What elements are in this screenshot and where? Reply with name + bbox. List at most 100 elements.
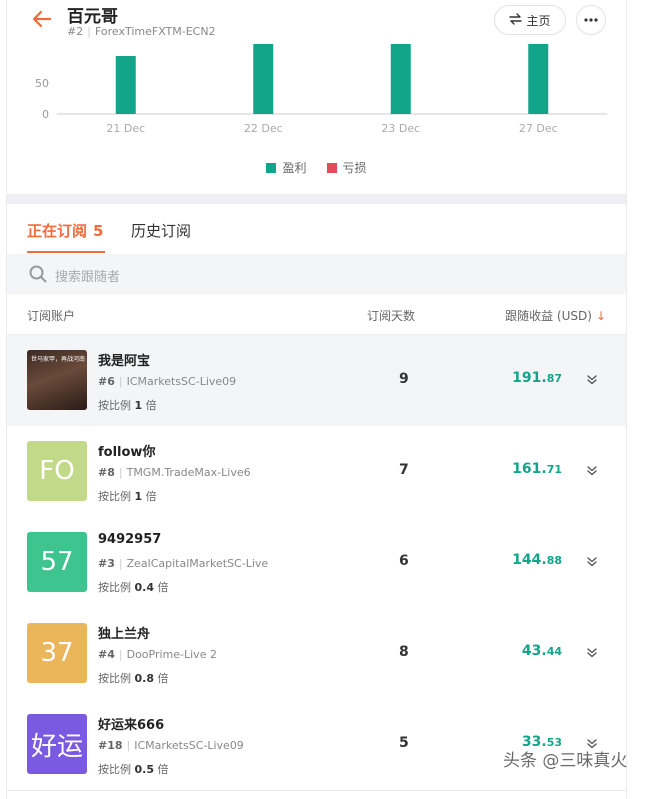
column-profit-sort[interactable]: 跟随收益 (USD) ↓	[505, 307, 606, 324]
avatar-text: 37	[40, 638, 74, 668]
table-row[interactable]: 好运 好运来666 #18 | ICMarketsSC-Live09 按比例 0.5 倍 5…	[7, 699, 626, 791]
profit-decimal: 71	[546, 463, 562, 476]
follower-rank: #18	[98, 739, 123, 752]
bar-chart-svg: 0 50 21 Dec 22 Dec 23 Dec 27 Dec	[35, 44, 607, 135]
y-tick-label: 0	[42, 108, 49, 121]
follower-account: #8 | TMGM.TradeMax-Live6	[98, 466, 251, 479]
profit-integer: 191.	[512, 370, 547, 386]
legend-label: 亏损	[342, 161, 367, 175]
follower-server: ICMarketsSC-Live09	[126, 375, 237, 388]
follow-ratio: 按比例 1 倍	[98, 397, 157, 413]
expand-chevron-icon[interactable]	[586, 644, 600, 658]
section-divider	[7, 194, 626, 204]
tab-active-subscriptions[interactable]: 正在订阅 5	[27, 220, 103, 241]
avatar[interactable]: 57	[27, 532, 87, 592]
profit-integer: 43.	[521, 643, 547, 659]
more-options-button[interactable]	[576, 5, 606, 35]
ratio-suffix: 倍	[145, 399, 157, 412]
follower-server: ZealCapitalMarketSC-Live	[126, 557, 269, 570]
subscription-days: 5	[399, 735, 409, 751]
x-tick-label: 27 Dec	[519, 122, 558, 135]
ratio-suffix: 倍	[157, 763, 169, 776]
ratio-value: 0.4	[134, 581, 155, 594]
legend-item[interactable]: 亏损	[326, 159, 367, 176]
ratio-prefix: 按比例	[98, 399, 131, 412]
legend-item[interactable]: 盈利	[266, 159, 307, 176]
search-icon	[29, 265, 47, 283]
table-row[interactable]: 37 独上兰舟 #4 | DooPrime-Live 2 按比例 0.8 倍 8 43.44	[7, 608, 626, 700]
follower-server: DooPrime-Live 2	[126, 648, 217, 661]
ratio-value: 0.5	[134, 763, 155, 776]
y-tick-label: 50	[35, 77, 49, 90]
expand-chevron-icon[interactable]	[586, 371, 600, 385]
follow-ratio: 按比例 1 倍	[98, 488, 157, 504]
follow-profit: 191.87	[512, 370, 562, 386]
follower-name[interactable]: 好运来666	[98, 714, 164, 733]
follower-name[interactable]: 独上兰舟	[98, 623, 150, 642]
switch-icon	[509, 12, 523, 28]
ratio-prefix: 按比例	[98, 581, 131, 594]
follower-name[interactable]: 9492957	[98, 532, 161, 547]
bar-23-dec[interactable]	[390, 44, 411, 114]
avatar-text: FO	[39, 456, 75, 486]
avatar[interactable]: FO	[27, 441, 87, 501]
tab-active-count: 5	[93, 222, 104, 240]
ratio-suffix: 倍	[145, 490, 157, 503]
column-profit-label: 跟随收益 (USD)	[505, 309, 592, 323]
follower-search-bar[interactable]: 搜索跟随者	[7, 254, 626, 294]
follow-profit: 43.44	[522, 643, 562, 659]
bar-27-dec[interactable]	[528, 44, 549, 114]
active-tab-indicator	[27, 251, 105, 253]
bar-22-dec[interactable]	[253, 44, 274, 114]
ratio-suffix: 倍	[157, 672, 169, 685]
table-row[interactable]: FO follow你 #8 | TMGM.TradeMax-Live6 按比例 1 倍 71…	[7, 426, 626, 518]
follower-server: ICMarketsSC-Live09	[134, 739, 244, 752]
column-account: 订阅账户	[27, 309, 76, 323]
page-title: 百元哥	[67, 7, 118, 27]
table-row[interactable]: 57 9492957 #3 | ZealCapitalMarketSC-Live 按比例 …	[7, 517, 626, 609]
expand-chevron-icon[interactable]	[586, 462, 600, 476]
x-tick-label: 22 Dec	[244, 122, 283, 135]
follow-ratio: 按比例 0.4 倍	[98, 579, 169, 595]
avatar[interactable]: 37	[27, 623, 87, 683]
ratio-prefix: 按比例	[98, 763, 131, 776]
home-button-label: 主页	[526, 13, 551, 28]
trader-rank: #2	[67, 25, 84, 38]
tab-history-subscriptions[interactable]: 历史订阅	[131, 220, 191, 241]
search-input[interactable]: 搜索跟随者	[55, 266, 120, 285]
avatar[interactable]: 好运	[27, 714, 87, 774]
follow-ratio: 按比例 0.8 倍	[98, 670, 169, 686]
avatar-caption: 世马家甲，再战河南	[31, 356, 86, 363]
profit-decimal: 87	[546, 372, 562, 385]
table-header: 订阅账户 订阅天数 跟随收益 (USD) ↓	[7, 294, 626, 335]
x-tick-label: 23 Dec	[381, 122, 420, 135]
legend-swatch	[266, 163, 277, 173]
follower-account: #6 | ICMarketsSC-Live09	[98, 375, 237, 388]
expand-chevron-icon[interactable]	[586, 553, 600, 567]
follower-name[interactable]: follow你	[98, 441, 155, 460]
watermark-text: 头条 @三味真火	[503, 751, 628, 771]
follower-account: #18 | ICMarketsSC-Live09	[98, 739, 244, 752]
avatar-text: 好运	[30, 731, 83, 762]
follow-ratio: 按比例 0.5 倍	[98, 761, 169, 777]
ratio-value: 0.8	[134, 672, 155, 685]
bar-21-dec[interactable]	[115, 56, 136, 114]
home-button[interactable]: 主页	[494, 5, 566, 35]
subscription-days: 8	[399, 644, 409, 660]
follower-name[interactable]: 我是阿宝	[98, 350, 150, 369]
daily-profit-chart: 0 50 21 Dec 22 Dec 23 Dec 27 Dec 盈利 亏损	[7, 44, 626, 194]
table-row[interactable]: 世马家甲，再战河南 我是阿宝 #6 | ICMarketsSC-Live09 按比例 1 …	[7, 335, 626, 427]
back-arrow-icon[interactable]	[31, 8, 55, 32]
follower-server: TMGM.TradeMax-Live6	[126, 466, 251, 479]
profit-decimal: 44	[546, 645, 562, 658]
ratio-value: 1	[134, 490, 143, 503]
legend-label: 盈利	[282, 161, 307, 175]
subscription-tabs: 正在订阅 5 历史订阅	[7, 204, 626, 254]
sort-down-arrow-icon: ↓	[595, 309, 606, 323]
chart-legend: 盈利 亏损	[7, 159, 626, 176]
subscription-days: 6	[399, 553, 409, 569]
trader-server: ForexTimeFXTM-ECN2	[94, 25, 216, 38]
legend-swatch	[326, 163, 337, 173]
avatar[interactable]: 世马家甲，再战河南	[27, 350, 87, 410]
follower-account: #3 | ZealCapitalMarketSC-Live	[98, 557, 269, 570]
